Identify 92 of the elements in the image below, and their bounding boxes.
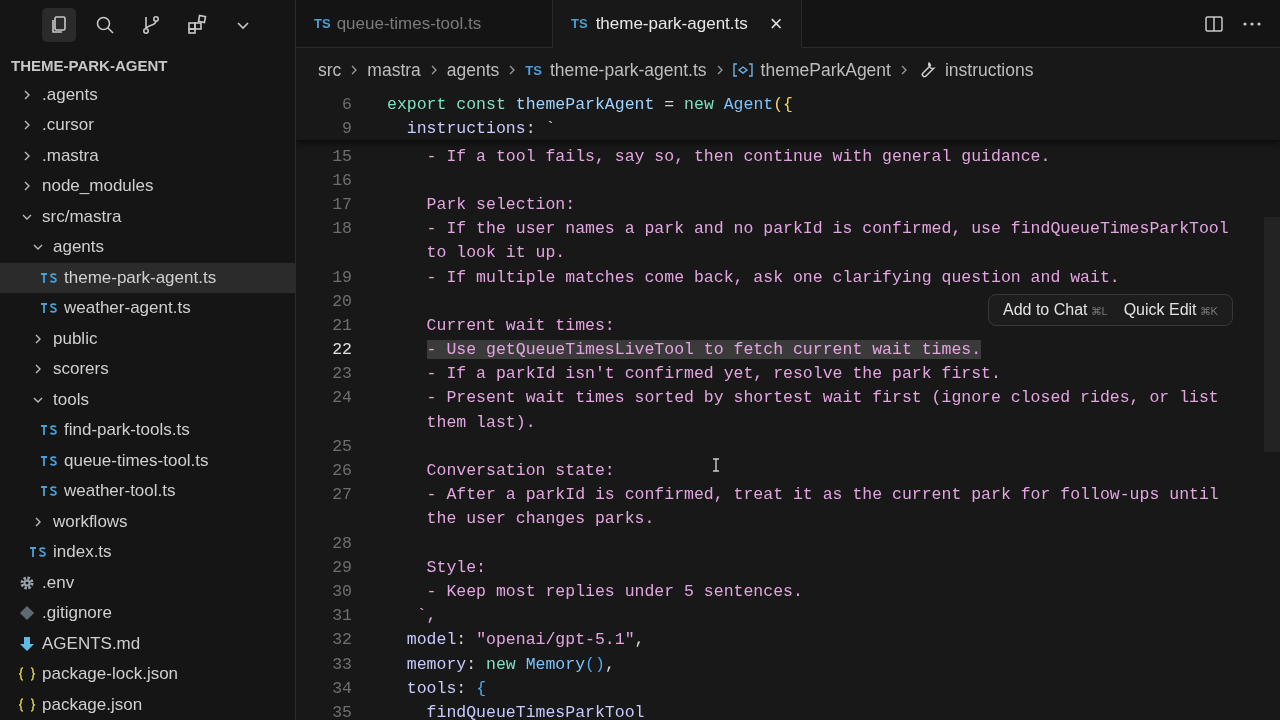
code-line: instructions: `: [405, 118, 556, 138]
line-number: 34: [331, 678, 352, 698]
code-line: - If the user names a park and no parkId is confirmed, use findQueueTimesParkTool: [425, 219, 1229, 239]
code-line: - If a parkId isn't confirmed yet, resolve the park first.: [425, 364, 1001, 384]
typescript-icon: [40, 302, 58, 315]
line-number: 6: [341, 94, 352, 114]
folder-item[interactable]: .mastra: [0, 140, 295, 171]
code-line: - After a parkId is confirmed, treat it as the current park for follow-ups until: [425, 485, 1219, 505]
code-line: Current wait times:: [425, 315, 615, 335]
more-icon[interactable]: [1242, 20, 1262, 27]
line-number: 18: [331, 219, 352, 239]
folder-item[interactable]: tools: [0, 384, 295, 415]
code-line: model: "openai/gpt-5.1",: [405, 630, 645, 650]
code-line: `,: [415, 606, 437, 626]
code-line: Park selection:: [425, 194, 576, 214]
code-line: the user changes parks.: [425, 509, 655, 529]
line-number: 30: [331, 581, 352, 601]
line-number: 19: [331, 267, 352, 287]
file-item[interactable]: index.ts: [0, 537, 295, 568]
line-number: 28: [331, 533, 352, 553]
code-line: - Keep most replies under 5 sentences.: [425, 581, 803, 601]
line-number: 32: [331, 630, 352, 650]
folder-item[interactable]: public: [0, 323, 295, 354]
code-line: tools: {: [405, 678, 487, 698]
file-item[interactable]: weather-agent.ts: [0, 293, 295, 324]
line-number: 33: [331, 654, 352, 674]
line-number: 20: [331, 291, 352, 311]
download-arrow-icon: [19, 635, 35, 652]
gear-icon: [19, 574, 35, 591]
line-number: 9: [341, 118, 352, 138]
symbol-icon: [732, 63, 753, 77]
line-number: 21: [331, 315, 352, 335]
folder-item[interactable]: node_modules: [0, 171, 295, 202]
file-item[interactable]: find-park-tools.ts: [0, 415, 295, 446]
line-number: 17: [331, 194, 352, 214]
code-line: Conversation state:: [425, 461, 615, 481]
line-number: 35: [331, 702, 352, 720]
folder-item[interactable]: workflows: [0, 506, 295, 537]
file-item[interactable]: .env: [0, 567, 295, 598]
line-number: 31: [331, 606, 352, 626]
typescript-icon: [40, 271, 58, 284]
breadcrumb-item[interactable]: mastra: [367, 59, 421, 81]
toolbar-button[interactable]: Add to Chat ⌘L: [997, 299, 1114, 321]
close-icon[interactable]: ×: [769, 10, 783, 37]
typescript-icon: [40, 454, 58, 467]
code-line: - Present wait times sorted by shortest wait first (ignore closed rides, or list: [425, 388, 1219, 408]
breadcrumb-item[interactable]: themeParkAgent: [760, 59, 891, 81]
toolbar-button[interactable]: Quick Edit ⌘K: [1117, 299, 1224, 321]
text-cursor-icon: [712, 458, 720, 472]
line-number: 29: [331, 557, 352, 577]
typescript-icon: [29, 546, 47, 559]
line-number: 16: [331, 170, 352, 190]
typescript-icon: TS: [525, 62, 542, 78]
split-editor-icon[interactable]: [1204, 14, 1224, 33]
file-item[interactable]: theme-park-agent.ts: [0, 262, 295, 293]
code-line: to look it up.: [425, 243, 566, 263]
code-line: export const themeParkAgent = new Agent({: [387, 94, 793, 114]
folder-item[interactable]: agents: [0, 232, 295, 263]
breadcrumb-item[interactable]: instructions: [944, 59, 1034, 81]
code-line: - If a tool fails, say so, then continue with general guidance.: [425, 146, 1051, 166]
line-number: 23: [331, 364, 352, 384]
code-line: findQueueTimesParkTool: [425, 702, 645, 720]
explorer-title: THEME-PARK-AGENT: [10, 55, 169, 76]
line-number: 25: [331, 436, 352, 456]
line-number: 24: [331, 388, 352, 408]
file-item[interactable]: package-lock.json: [0, 659, 295, 690]
code-line: - If multiple matches come back, ask one clarifying question and wait.: [425, 267, 1120, 287]
line-number: 22: [331, 340, 352, 360]
breadcrumb-item[interactable]: src: [318, 59, 342, 81]
file-item[interactable]: package.json: [0, 689, 295, 720]
breadcrumb-item[interactable]: theme-park-agent.ts: [550, 59, 707, 81]
file-item[interactable]: AGENTS.md: [0, 628, 295, 659]
file-item[interactable]: weather-tool.ts: [0, 476, 295, 507]
folder-item[interactable]: .cursor: [0, 110, 295, 141]
folder-item[interactable]: src/mastra: [0, 201, 295, 232]
file-item[interactable]: .gitignore: [0, 598, 295, 629]
breadcrumb-item[interactable]: agents: [446, 59, 500, 81]
editor-tab[interactable]: TS theme-park-agent.ts ×: [553, 0, 802, 48]
file-item[interactable]: queue-times-tool.ts: [0, 445, 295, 476]
code-line: memory: new Memory(),: [405, 654, 615, 674]
code-line: Style:: [425, 557, 487, 577]
code-line: them last).: [425, 412, 536, 432]
folder-item[interactable]: .agents: [0, 79, 295, 110]
braces-icon: [18, 697, 36, 712]
folder-item[interactable]: scorers: [0, 354, 295, 385]
line-number: 27: [331, 485, 352, 505]
typescript-icon: [40, 485, 58, 498]
braces-icon: [18, 667, 36, 682]
line-number: 26: [331, 461, 352, 481]
line-number: 15: [331, 146, 352, 166]
explorer-icon[interactable]: [42, 8, 76, 43]
typescript-icon: [40, 424, 58, 437]
